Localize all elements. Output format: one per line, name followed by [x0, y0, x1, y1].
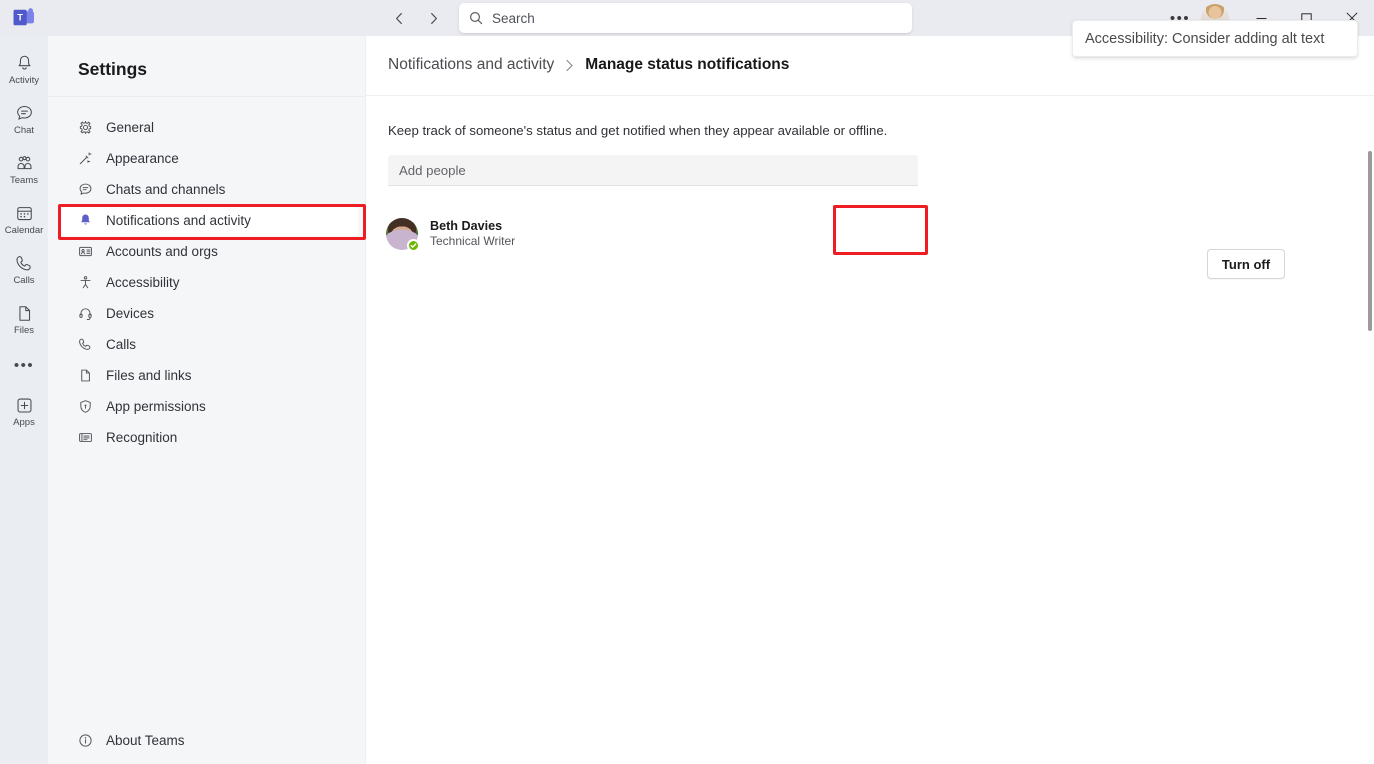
accessibility-icon [76, 275, 94, 290]
forward-button[interactable] [420, 5, 446, 31]
rail-label: Chat [13, 125, 35, 137]
badge-icon [76, 430, 94, 445]
page-description: Keep track of someone's status and get n… [388, 123, 888, 138]
bell-icon [76, 213, 94, 228]
main-content: Notifications and activity Manage status… [366, 36, 1374, 764]
sidebar-item-label: Chats and channels [106, 182, 226, 197]
person-name: Beth Davies [430, 219, 503, 233]
teams-window: T ••• [0, 0, 1374, 764]
sidebar-item-label: Accounts and orgs [106, 244, 218, 259]
sidebar-item-label: App permissions [106, 399, 206, 414]
phone-icon [15, 252, 34, 274]
scrollbar-track[interactable] [1366, 36, 1374, 764]
settings-nav-list: General Appearance Chats and channels No… [58, 112, 358, 453]
accessibility-tooltip: Accessibility: Consider adding alt text [1072, 20, 1358, 57]
sidebar-item-notifications-and-activity[interactable]: Notifications and activity [58, 205, 358, 236]
rail-label: Apps [13, 417, 35, 429]
person-job-title: Technical Writer [430, 234, 516, 248]
settings-panel: Settings General Appearance Chats and ch… [48, 36, 366, 764]
add-people-input[interactable] [388, 155, 918, 186]
svg-text:T: T [17, 13, 23, 23]
sidebar-item-label: Appearance [106, 151, 179, 166]
contact-card-icon [76, 244, 94, 259]
search-icon [469, 11, 483, 25]
search-bar[interactable] [459, 3, 912, 33]
page-title: Manage status notifications [585, 56, 790, 73]
sidebar-item-label: Files and links [106, 368, 192, 383]
sidebar-item-general[interactable]: General [58, 112, 358, 143]
apps-plus-icon [15, 394, 34, 416]
divider [48, 96, 366, 97]
rail-item-activity[interactable]: Activity [0, 44, 48, 94]
sidebar-item-label: Devices [106, 306, 155, 321]
sidebar-item-label: Accessibility [106, 275, 180, 290]
sidebar-item-devices[interactable]: Devices [58, 298, 358, 329]
teams-people-icon [15, 152, 34, 174]
rail-item-files[interactable]: Files [0, 294, 48, 344]
file-icon [15, 302, 34, 324]
settings-title: Settings [78, 59, 148, 79]
phone-icon [76, 337, 94, 352]
person-info: Beth Davies Technical Writer [430, 219, 515, 249]
sidebar-item-chats-and-channels[interactable]: Chats and channels [58, 174, 358, 205]
scrollbar-thumb[interactable] [1368, 151, 1372, 331]
breadcrumb: Notifications and activity Manage status… [388, 56, 789, 74]
sidebar-item-accounts-and-orgs[interactable]: Accounts and orgs [58, 236, 358, 267]
sidebar-item-label: Recognition [106, 430, 178, 445]
rail-label: Activity [8, 75, 40, 87]
sidebar-item-files-and-links[interactable]: Files and links [58, 360, 358, 391]
document-icon [76, 368, 94, 383]
info-icon [76, 733, 94, 748]
app-rail: Activity Chat Teams Calendar Calls Files… [0, 36, 48, 764]
navigation-arrows [386, 5, 446, 31]
rail-more-button[interactable]: ••• [0, 344, 48, 386]
rail-label: Calendar [4, 225, 44, 237]
sidebar-item-accessibility[interactable]: Accessibility [58, 267, 358, 298]
rail-item-calendar[interactable]: Calendar [0, 194, 48, 244]
sidebar-item-calls[interactable]: Calls [58, 329, 358, 360]
sidebar-item-label: About Teams [106, 733, 185, 748]
turn-off-button[interactable]: Turn off [1207, 249, 1285, 279]
avatar [386, 218, 420, 252]
sidebar-item-about-teams[interactable]: About Teams [58, 725, 358, 756]
sidebar-item-label: Calls [106, 337, 137, 352]
rail-item-apps[interactable]: Apps [0, 386, 48, 436]
chevron-right-icon [565, 59, 574, 72]
chat-bubble-icon [76, 182, 94, 197]
headset-icon [76, 306, 94, 321]
rail-label: Files [13, 325, 35, 337]
sidebar-item-app-permissions[interactable]: App permissions [58, 391, 358, 422]
rail-item-teams[interactable]: Teams [0, 144, 48, 194]
rail-label: Teams [10, 175, 38, 187]
person-list-item: Beth Davies Technical Writer [386, 212, 946, 256]
calendar-icon [15, 202, 34, 224]
sidebar-item-label: Notifications and activity [106, 213, 251, 228]
sidebar-item-recognition[interactable]: Recognition [58, 422, 358, 453]
search-input[interactable] [492, 10, 902, 26]
sidebar-item-appearance[interactable]: Appearance [58, 143, 358, 174]
chat-icon [15, 102, 34, 124]
sidebar-item-label: General [106, 120, 155, 135]
breadcrumb-parent[interactable]: Notifications and activity [388, 56, 554, 74]
teams-logo: T [13, 8, 35, 28]
shield-icon [76, 399, 94, 414]
rail-item-calls[interactable]: Calls [0, 244, 48, 294]
rail-item-chat[interactable]: Chat [0, 94, 48, 144]
rail-label: Calls [13, 275, 35, 287]
wand-icon [76, 151, 94, 166]
gear-icon [76, 120, 94, 135]
bell-icon [15, 52, 34, 74]
back-button[interactable] [386, 5, 412, 31]
presence-badge-available [407, 239, 420, 252]
